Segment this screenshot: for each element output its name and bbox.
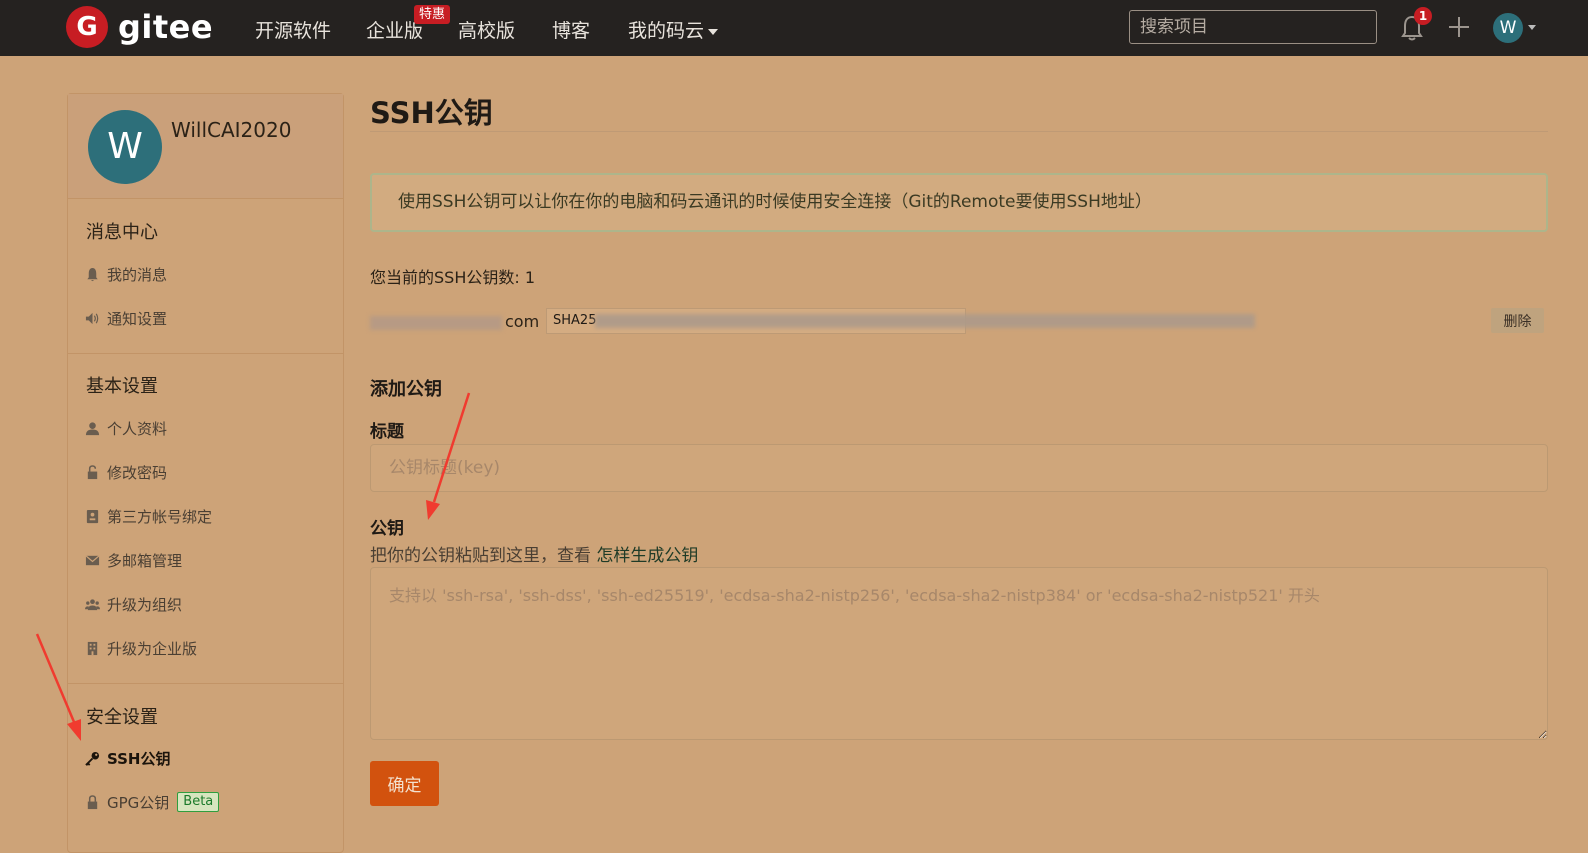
nav-my-gitee[interactable]: 我的码云 bbox=[628, 16, 719, 43]
gitee-logo[interactable]: G gitee bbox=[66, 6, 213, 48]
key-fingerprint: SHA25 bbox=[546, 308, 1255, 334]
chevron-down-icon bbox=[708, 28, 719, 35]
beta-badge: Beta bbox=[177, 792, 220, 812]
lock-icon bbox=[87, 794, 98, 809]
nav-blog[interactable]: 博客 bbox=[552, 16, 590, 43]
key-owner-email: com bbox=[370, 312, 539, 331]
nav-education[interactable]: 高校版 bbox=[458, 16, 515, 43]
sidebar-item-email-management[interactable]: 多邮箱管理 bbox=[85, 549, 182, 571]
ssh-key-row: com SHA25 删除 bbox=[370, 306, 1548, 336]
plus-icon[interactable] bbox=[1447, 14, 1471, 40]
divider bbox=[370, 131, 1548, 132]
id-card-icon bbox=[86, 509, 99, 523]
gitee-logo-icon: G bbox=[66, 6, 108, 48]
email-suffix: com bbox=[505, 312, 540, 331]
building-icon bbox=[87, 641, 98, 655]
search-input[interactable] bbox=[1129, 10, 1377, 44]
key-help-text: 把你的公钥粘贴到这里，查看 怎样生成公钥 bbox=[370, 541, 698, 566]
key-icon bbox=[85, 751, 100, 766]
sidebar-item-label: 修改密码 bbox=[107, 463, 168, 482]
key-field-label: 公钥 bbox=[370, 519, 404, 539]
title-field-label: 标题 bbox=[370, 422, 404, 442]
sidebar-item-label: SSH公钥 bbox=[107, 749, 171, 768]
sidebar-item-profile[interactable]: 个人资料 bbox=[85, 417, 167, 439]
settings-sidebar: W WillCAI2020 消息中心 我的消息 通知设置 基本设置 个人资料 修… bbox=[67, 93, 344, 853]
section-title-basic-settings: 基本设置 bbox=[86, 376, 158, 397]
envelope-icon bbox=[85, 554, 100, 565]
divider bbox=[68, 683, 343, 684]
key-title-input[interactable] bbox=[370, 444, 1548, 492]
sidebar-item-label: 我的消息 bbox=[107, 265, 168, 284]
ssh-key-count: 您当前的SSH公钥数: 1 bbox=[370, 268, 536, 287]
add-key-heading: 添加公钥 bbox=[370, 379, 442, 400]
sidebar-item-ssh-keys[interactable]: SSH公钥 bbox=[85, 747, 171, 769]
section-title-security-settings: 安全设置 bbox=[86, 707, 158, 728]
confirm-button[interactable]: 确定 bbox=[370, 761, 439, 806]
volume-icon bbox=[85, 312, 99, 324]
fingerprint-prefix: SHA25 bbox=[553, 313, 597, 328]
sidebar-item-label: 多邮箱管理 bbox=[107, 551, 183, 570]
how-to-generate-key-link[interactable]: 怎样生成公钥 bbox=[596, 546, 698, 566]
redacted-fingerprint bbox=[595, 314, 1255, 328]
user-avatar-menu[interactable]: W bbox=[1493, 13, 1523, 43]
info-message: 使用SSH公钥可以让你在你的电脑和码云通讯的时候使用安全连接（Git的Remot… bbox=[370, 173, 1548, 232]
sidebar-item-label: 升级为组织 bbox=[107, 595, 183, 614]
sidebar-item-upgrade-organization[interactable]: 升级为组织 bbox=[85, 593, 182, 615]
avatar[interactable]: W bbox=[88, 110, 162, 184]
section-title-messages: 消息中心 bbox=[86, 222, 158, 243]
page-title: SSH公钥 bbox=[370, 96, 493, 130]
sidebar-item-label: 升级为企业版 bbox=[107, 639, 198, 658]
nav-my-gitee-label: 我的码云 bbox=[628, 20, 705, 42]
sidebar-item-third-party-binding[interactable]: 第三方帐号绑定 bbox=[85, 505, 212, 527]
user-icon bbox=[85, 421, 100, 435]
sidebar-item-label: 第三方帐号绑定 bbox=[107, 507, 213, 526]
sidebar-item-label: 个人资料 bbox=[107, 419, 168, 438]
special-offer-badge: 特惠 bbox=[414, 5, 451, 24]
profile-card: W WillCAI2020 bbox=[68, 94, 343, 199]
group-icon bbox=[85, 598, 100, 610]
nav-open-source[interactable]: 开源软件 bbox=[255, 16, 331, 43]
redacted-text bbox=[370, 315, 502, 330]
gitee-logo-text: gitee bbox=[118, 8, 214, 46]
sidebar-item-change-password[interactable]: 修改密码 bbox=[85, 461, 167, 483]
sidebar-item-upgrade-enterprise[interactable]: 升级为企业版 bbox=[85, 637, 197, 659]
key-help-label: 把你的公钥粘贴到这里，查看 bbox=[370, 546, 591, 566]
delete-key-button[interactable]: 删除 bbox=[1491, 308, 1544, 333]
sidebar-item-gpg-keys[interactable]: GPG公钥 Beta bbox=[85, 791, 220, 813]
notification-count-badge: 1 bbox=[1414, 7, 1432, 25]
sidebar-item-label: 通知设置 bbox=[107, 309, 168, 328]
sidebar-item-label: GPG公钥 bbox=[107, 793, 170, 812]
unlock-icon bbox=[87, 464, 98, 479]
username[interactable]: WillCAI2020 bbox=[171, 118, 291, 142]
sidebar-item-my-messages[interactable]: 我的消息 bbox=[85, 263, 167, 285]
public-key-textarea[interactable] bbox=[370, 567, 1548, 740]
chevron-down-icon[interactable] bbox=[1528, 25, 1536, 30]
divider bbox=[68, 353, 343, 354]
sidebar-item-notification-settings[interactable]: 通知设置 bbox=[85, 307, 167, 329]
bell-icon bbox=[87, 267, 98, 281]
top-navbar: G gitee 开源软件 企业版 特惠 高校版 博客 我的码云 1 W bbox=[0, 0, 1588, 56]
